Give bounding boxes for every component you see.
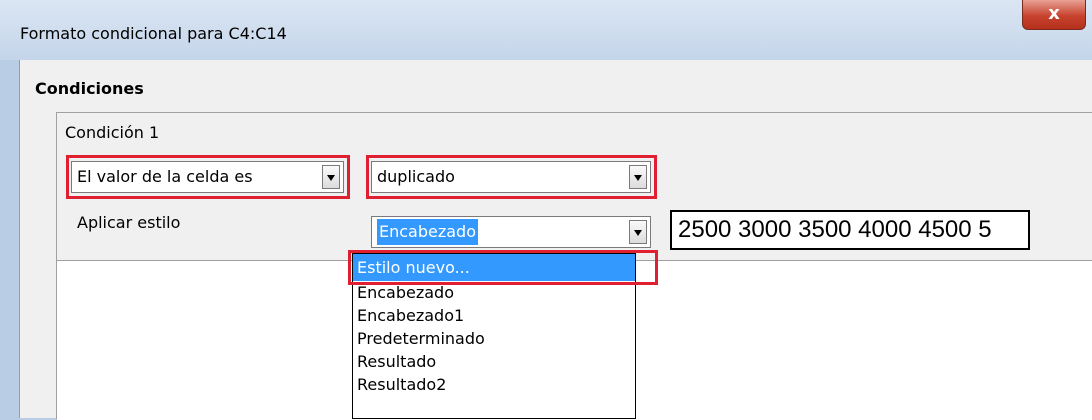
dropdown-option[interactable]: Predeterminado: [353, 327, 635, 350]
condition-label: Condición 1: [65, 123, 160, 142]
dropdown-option[interactable]: Resultado2: [353, 373, 635, 396]
dropdown-option[interactable]: Encabezado1: [353, 304, 635, 327]
chevron-down-icon[interactable]: [629, 165, 647, 189]
window-title: Formato condicional para C4:C14: [20, 24, 287, 43]
operator-value: duplicado: [377, 167, 455, 186]
chevron-down-icon[interactable]: [322, 165, 340, 189]
style-dropdown-list[interactable]: Estilo nuevo... Encabezado Encabezado1 P…: [352, 253, 636, 419]
dropdown-option-new-style[interactable]: Estilo nuevo...: [353, 254, 635, 281]
section-title: Condiciones: [35, 79, 144, 98]
close-icon: x: [1048, 3, 1060, 24]
apply-style-label: Aplicar estilo: [77, 213, 181, 232]
close-button[interactable]: x: [1022, 0, 1086, 30]
style-select-value: Encabezado: [377, 219, 478, 245]
chevron-down-icon[interactable]: [629, 220, 647, 244]
style-preview: 2500 3000 3500 4000 4500 5: [670, 210, 1030, 250]
condition-type-value: El valor de la celda es: [77, 167, 253, 186]
operator-select[interactable]: duplicado: [371, 161, 651, 193]
dialog-body: Condiciones Condición 1 El valor de la c…: [19, 60, 1092, 420]
dropdown-option[interactable]: Encabezado: [353, 281, 635, 304]
title-bar: Formato condicional para C4:C14 x: [0, 0, 1092, 60]
style-select[interactable]: Encabezado: [371, 216, 651, 248]
dropdown-option[interactable]: Resultado: [353, 350, 635, 373]
condition-type-select[interactable]: El valor de la celda es: [71, 161, 344, 193]
